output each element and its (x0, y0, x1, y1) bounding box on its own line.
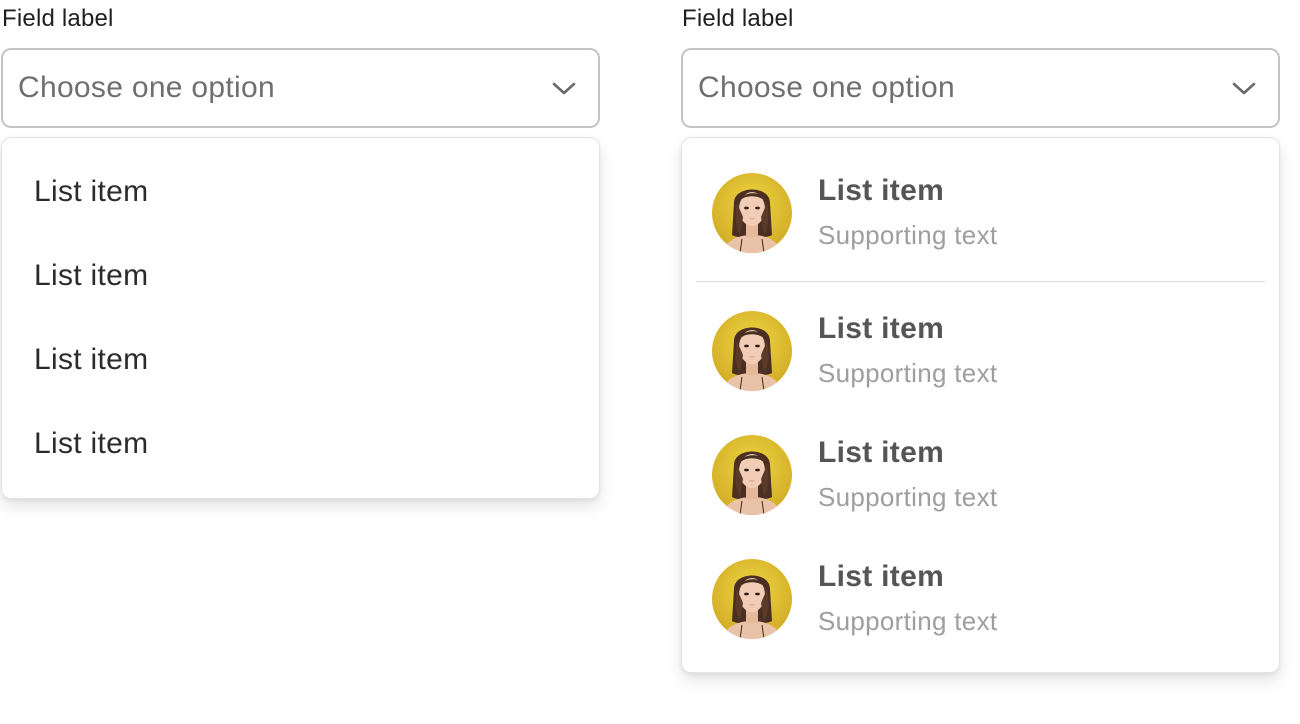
list-item-supporting-text: Supporting text (818, 358, 998, 388)
list-item[interactable]: List item Supporting text (712, 173, 1252, 257)
select-placeholder: Choose one option (18, 71, 275, 104)
avatar (712, 435, 792, 515)
field-label: Field label (2, 5, 114, 32)
divider (696, 281, 1265, 282)
list-item[interactable]: List item (34, 174, 148, 210)
list-item-title: List item (818, 312, 945, 345)
list-item-title: List item (818, 174, 945, 207)
list-item-title: List item (818, 436, 945, 469)
list-item[interactable]: List item Supporting text (712, 559, 1252, 643)
avatar (712, 311, 792, 391)
list-item[interactable]: List item Supporting text (712, 311, 1252, 395)
page: Field label Choose one option List item … (0, 0, 1300, 724)
list-item-supporting-text: Supporting text (818, 606, 998, 636)
chevron-down-icon (1232, 82, 1256, 95)
select-placeholder: Choose one option (698, 71, 955, 104)
dropdown-menu: List item Supporting text List item Supp… (681, 137, 1280, 673)
dropdown-menu: List item List item List item List item (1, 137, 600, 499)
avatar (712, 559, 792, 639)
list-item[interactable]: List item Supporting text (712, 435, 1252, 519)
select-input[interactable]: Choose one option (1, 48, 600, 128)
chevron-down-icon (552, 82, 576, 95)
avatar (712, 173, 792, 253)
list-item-title: List item (818, 560, 945, 593)
select-input[interactable]: Choose one option (681, 48, 1280, 128)
list-item-supporting-text: Supporting text (818, 220, 998, 250)
list-item[interactable]: List item (34, 258, 148, 294)
field-label: Field label (682, 5, 794, 32)
list-item[interactable]: List item (34, 342, 148, 378)
list-item-supporting-text: Supporting text (818, 482, 998, 512)
list-item[interactable]: List item (34, 426, 148, 462)
